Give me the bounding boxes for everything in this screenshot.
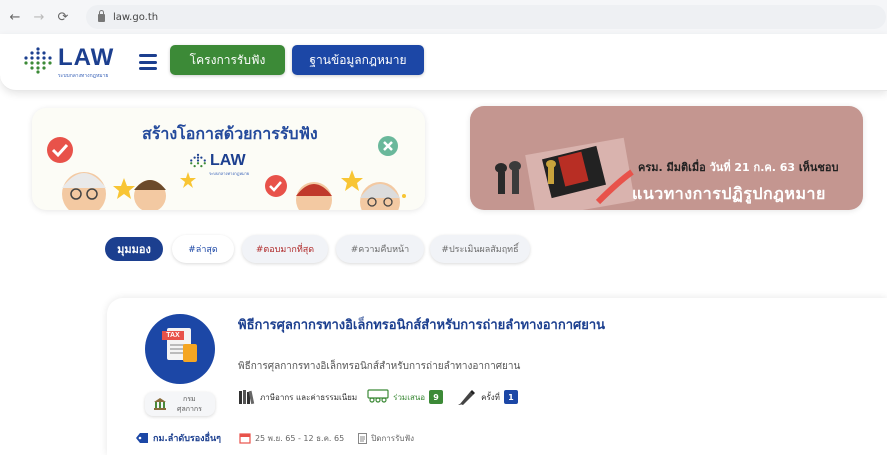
logo-dots-icon [24,47,52,74]
customs-building-icon [154,398,166,410]
logo-dots-icon [190,153,206,168]
round-label: ครั้งที่ [481,392,500,402]
department-badge: กรม ศุลกากร [145,392,215,416]
people-icon [367,389,389,403]
reload-icon[interactable]: ⟳ [56,10,70,25]
banner-title: สร้างโอกาสด้วยการรับฟัง [142,124,318,143]
address-bar[interactable]: law.go.th [86,5,886,29]
logo-subtitle: ระบบกลางทางกฎหมาย [58,73,109,79]
banner-hearing[interactable]: สร้างโอกาสด้วยการรับฟัง LAW ระบบกลางทางก… [32,108,425,210]
arrow-left-icon[interactable]: ← [8,10,22,25]
tab-evaluation[interactable]: #ประเมินผลสัมฤทธิ์ [430,235,530,263]
card-meta: ภาษีอากร และค่าธรรมเนียม ร่วมเสนอ 9 ครั้… [238,386,518,408]
lock-icon [98,10,105,22]
banner-logo: LAW [189,152,246,170]
banner-reform-title: แนวทางการปฏิรูปกฎหมาย [632,184,826,203]
hearing-status: ปิดการรับฟัง [371,433,415,443]
document-icon [358,432,368,444]
tax-icon: TAX [145,314,215,384]
view-label: มุมมอง [105,237,163,261]
banner-logo-text: LAW [210,152,246,169]
category-label: ภาษีอากร และค่าธรรมเนียม [260,392,358,402]
law-type-tag[interactable]: กม.ลำดับรองอื่นๆ [153,431,221,445]
pen-icon [458,390,476,405]
books-icon [239,390,255,405]
url-text: law.go.th [113,11,159,23]
banner-logo-subtitle: ระบบกลางทางกฎหมาย [209,171,250,176]
card-description: พิธีการศุลกากรทางอิเล็กทรอนิกส์สำหรับการ… [238,361,521,372]
tab-latest[interactable]: #ล่าสุด [172,235,234,263]
menu-icon[interactable] [139,54,157,70]
hearing-projects-button[interactable]: โครงการรับฟัง [170,45,285,75]
calendar-icon [239,433,251,444]
department-line2: ศุลกากร [177,405,202,413]
banner-cabinet-resolution: ครม. มีมติเมื่อ วันที่ 21 ก.ค. 63 เห็นชอ… [638,161,839,174]
participants-count: 9 [429,390,444,404]
site-header: LAW ระบบกลางทางกฎหมาย โครงการรับฟัง ฐานข… [0,34,887,91]
banner-law-reform[interactable]: ครม. มีมติเมื่อ วันที่ 21 ก.ค. 63 เห็นชอ… [470,106,863,210]
tag-icon [136,433,148,443]
card-title[interactable]: พิธีการศุลกากรทางอิเล็กทรอนิกส์สำหรับการ… [238,314,605,335]
browser-toolbar: ← → ⟳ law.go.th [0,0,887,34]
hearing-date-range: 25 พ.ย. 65 - 12 ธ.ค. 65 [254,433,345,443]
participants-label: ร่วมเสนอ [393,392,426,402]
site-logo[interactable]: LAW ระบบกลางทางกฎหมาย [22,44,122,80]
arrow-right-icon[interactable]: → [32,10,46,25]
round-count: 1 [503,390,518,404]
tab-most-answered[interactable]: #ตอบมากที่สุด [242,235,328,263]
card-footer: กม.ลำดับรองอื่นๆ 25 พ.ย. 65 - 12 ธ.ค. 65… [135,430,414,446]
logo-text: LAW [58,44,115,71]
tab-progress[interactable]: #ความคืบหน้า [336,235,424,263]
law-database-button[interactable]: ฐานข้อมูลกฎหมาย [292,45,424,75]
